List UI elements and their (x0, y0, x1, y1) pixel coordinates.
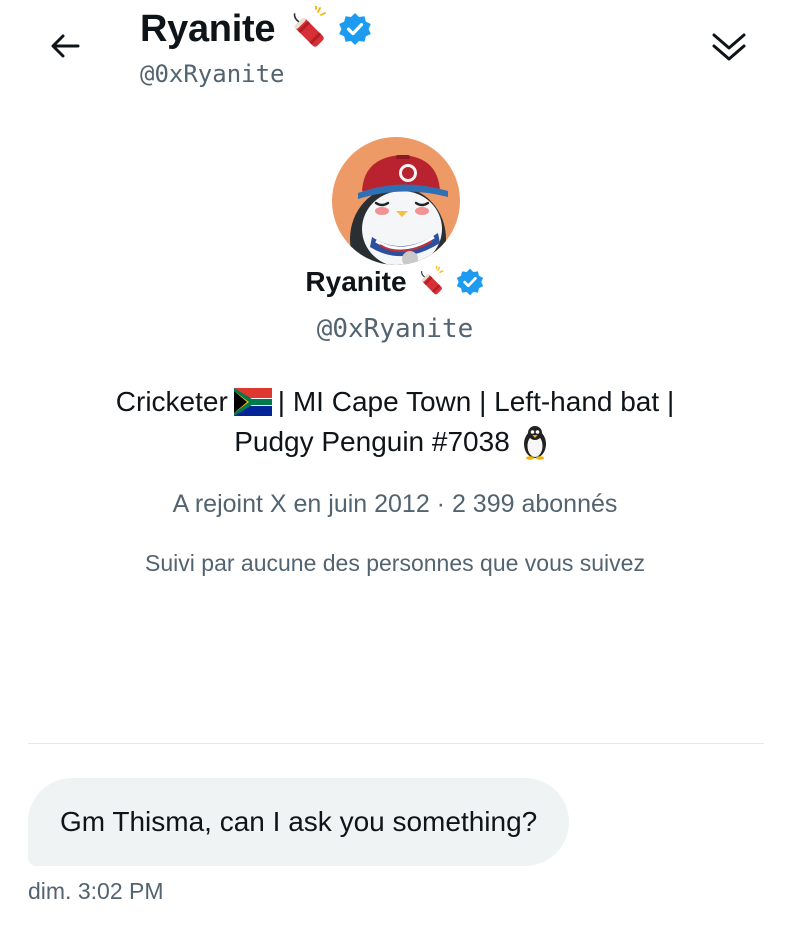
message-bubble[interactable]: Gm Thisma, can I ask you something? (28, 778, 570, 866)
profile-bio: Cricketer | MI Cape Town | Left-hand bat… (60, 382, 730, 462)
followed-by-text: Suivi par aucune des personnes que vous … (145, 550, 645, 576)
header-handle: @0xRyanite (140, 60, 285, 88)
message-text: Gm Thisma, can I ask you something? (60, 806, 538, 837)
verified-badge-icon (337, 11, 373, 47)
arrow-left-icon (51, 34, 80, 58)
collapse-button[interactable] (706, 24, 752, 70)
verified-badge-icon (455, 267, 485, 297)
divider (28, 743, 764, 744)
firecracker-emoji (285, 6, 331, 52)
firecracker-emoji (415, 266, 447, 298)
back-button[interactable] (44, 28, 86, 64)
bio-text-part-2: | MI Cape Town | Left-hand bat | (277, 386, 675, 417)
header-name[interactable]: Ryanite (140, 8, 275, 51)
bio-text-part-1: Cricketer (115, 386, 228, 417)
double-chevron-down-icon (712, 33, 746, 61)
message-timestamp: dim. 3:02 PM (28, 878, 164, 904)
penguin-emoji (520, 424, 550, 460)
profile-avatar[interactable] (332, 137, 460, 265)
profile-name[interactable]: Ryanite (305, 266, 406, 298)
profile-join-and-followers: A rejoint X en juin 2012 · 2 399 abonnés (172, 490, 618, 518)
profile-handle[interactable]: @0xRyanite (0, 314, 790, 344)
south-africa-flag-icon (233, 388, 272, 416)
conversation-header: Ryanite @0xRyanite (0, 0, 790, 110)
bio-text-line-2: Pudgy Penguin #7038 (234, 426, 510, 457)
